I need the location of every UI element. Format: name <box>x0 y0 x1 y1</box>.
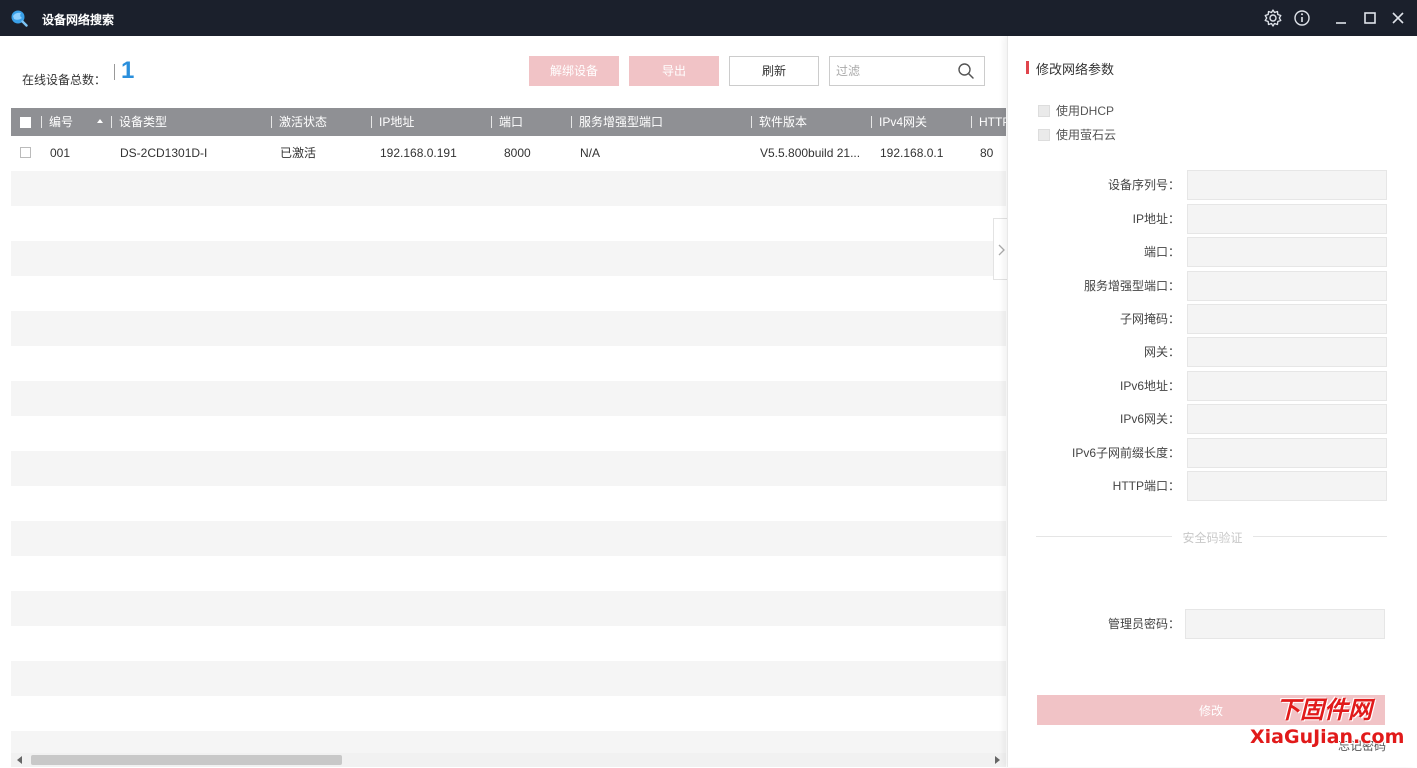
empty-row <box>11 486 1006 521</box>
cell-activation-status: 已激活 <box>280 146 317 160</box>
count-separator <box>114 64 115 80</box>
col-enhanced-port[interactable]: 服务增强型端口 <box>571 108 663 136</box>
empty-row <box>11 661 1006 696</box>
cell-ip-address: 192.168.0.191 <box>380 146 457 160</box>
filter-input[interactable] <box>836 62 951 80</box>
row-checkbox[interactable] <box>20 147 31 158</box>
enhanced-port-label: 服务增强型端口： <box>1083 279 1180 293</box>
table-row[interactable]: 001 DS-2CD1301D-I 已激活 192.168.0.191 8000… <box>11 136 1006 171</box>
device-list-area: 在线设备总数： 1 解绑设备 导出 刷新 编号 设备类型 激活状态 IP地址 端… <box>1 36 1007 767</box>
cell-number: 001 <box>50 146 71 160</box>
forgot-password-link[interactable]: 忘记密码 <box>1338 737 1386 754</box>
empty-row <box>11 206 1006 241</box>
col-software-version[interactable]: 软件版本 <box>751 108 807 136</box>
cell-ipv4-gateway: 192.168.0.1 <box>880 146 944 160</box>
window-title: 设备网络搜索 <box>42 13 115 27</box>
http-port-label: HTTP端口： <box>1112 479 1180 493</box>
empty-row <box>11 731 1006 753</box>
ipv6-gateway-label: IPv6网关： <box>1119 412 1180 426</box>
serial-label: 设备序列号： <box>1107 178 1180 192</box>
cell-enhanced-port: N/A <box>580 146 601 160</box>
search-globe-icon <box>10 9 28 27</box>
ipv6-address-field[interactable] <box>1187 371 1387 401</box>
use-dhcp-label: 使用DHCP <box>1056 104 1115 118</box>
port-label: 端口： <box>1143 245 1180 259</box>
use-ezviz-label: 使用萤石云 <box>1056 128 1117 142</box>
empty-row <box>11 241 1006 276</box>
minimize-icon[interactable] <box>1331 8 1351 28</box>
modify-button[interactable]: 修改 <box>1037 695 1385 725</box>
ipv6-address-label: IPv6地址： <box>1119 379 1180 393</box>
chevron-right-icon <box>998 244 1005 256</box>
online-count-value: 1 <box>121 57 135 84</box>
close-icon[interactable] <box>1388 8 1408 28</box>
ip-label: IP地址： <box>1132 212 1180 226</box>
subnet-mask-field[interactable] <box>1187 304 1387 334</box>
collapse-panel-handle[interactable] <box>993 218 1008 280</box>
ipv6-prefix-field[interactable] <box>1187 438 1387 468</box>
network-params-panel: 修改网络参数 使用DHCP 使用萤石云 设备序列号： IP地址： 端口： 服务增… <box>1007 36 1416 767</box>
scroll-right-icon[interactable] <box>995 756 1000 764</box>
col-port[interactable]: 端口 <box>491 108 523 136</box>
empty-row <box>11 451 1006 486</box>
ipv6-prefix-label: IPv6子网前缀长度： <box>1071 446 1180 460</box>
table-body: 001 DS-2CD1301D-I 已激活 192.168.0.191 8000… <box>11 136 1006 753</box>
sort-ascending-icon[interactable] <box>97 119 103 123</box>
cell-http-port: 80 <box>980 146 994 160</box>
online-count-label: 在线设备总数： <box>22 73 107 87</box>
cell-device-type: DS-2CD1301D-I <box>120 146 208 160</box>
admin-password-field[interactable] <box>1185 609 1385 639</box>
security-divider-label: 安全码验证 <box>1182 531 1243 545</box>
info-icon[interactable] <box>1292 8 1312 28</box>
port-field[interactable] <box>1187 237 1387 267</box>
scroll-left-icon[interactable] <box>17 756 22 764</box>
empty-row <box>11 276 1006 311</box>
maximize-icon[interactable] <box>1360 8 1380 28</box>
empty-row <box>11 416 1006 451</box>
admin-password-label: 管理员密码： <box>1107 617 1180 631</box>
select-all-checkbox[interactable] <box>20 117 31 128</box>
horizontal-scrollbar[interactable] <box>11 753 1006 767</box>
filter-box <box>829 56 985 86</box>
scrollbar-thumb[interactable] <box>31 755 342 765</box>
use-dhcp-option[interactable]: 使用DHCP <box>1038 104 1114 120</box>
col-ip-address[interactable]: IP地址 <box>371 108 414 136</box>
use-ezviz-checkbox[interactable] <box>1038 129 1050 141</box>
serial-field[interactable] <box>1187 170 1387 200</box>
gear-icon[interactable] <box>1263 8 1283 28</box>
empty-row <box>11 171 1006 206</box>
empty-row <box>11 521 1006 556</box>
empty-row <box>11 311 1006 346</box>
refresh-button[interactable]: 刷新 <box>729 56 819 86</box>
empty-row <box>11 381 1006 416</box>
subnet-mask-label: 子网掩码： <box>1119 312 1180 326</box>
ip-field[interactable] <box>1187 204 1387 234</box>
gateway-label: 网关： <box>1143 345 1180 359</box>
col-device-type[interactable]: 设备类型 <box>111 108 167 136</box>
empty-row <box>11 346 1006 381</box>
cell-port: 8000 <box>504 146 531 160</box>
gateway-field[interactable] <box>1187 337 1387 367</box>
table-header: 编号 设备类型 激活状态 IP地址 端口 服务增强型端口 软件版本 IPv4网关… <box>11 108 1006 136</box>
ipv6-gateway-field[interactable] <box>1187 404 1387 434</box>
panel-title: 修改网络参数 <box>1026 59 1114 78</box>
col-activation-status[interactable]: 激活状态 <box>271 108 327 136</box>
empty-row <box>11 591 1006 626</box>
search-icon[interactable] <box>957 62 975 80</box>
col-number[interactable]: 编号 <box>41 108 73 136</box>
http-port-field[interactable] <box>1187 471 1387 501</box>
cell-software-version: V5.5.800build 21... <box>760 146 861 160</box>
unbind-device-button[interactable]: 解绑设备 <box>529 56 619 86</box>
title-bar: 设备网络搜索 <box>0 0 1417 36</box>
export-button[interactable]: 导出 <box>629 56 719 86</box>
col-http-port[interactable]: HTTP端口 <box>971 108 1006 136</box>
enhanced-port-field[interactable] <box>1187 271 1387 301</box>
empty-row <box>11 626 1006 661</box>
empty-row <box>11 696 1006 731</box>
use-ezviz-option[interactable]: 使用萤石云 <box>1038 128 1116 144</box>
col-ipv4-gateway[interactable]: IPv4网关 <box>871 108 927 136</box>
empty-row <box>11 556 1006 591</box>
use-dhcp-checkbox[interactable] <box>1038 105 1050 117</box>
